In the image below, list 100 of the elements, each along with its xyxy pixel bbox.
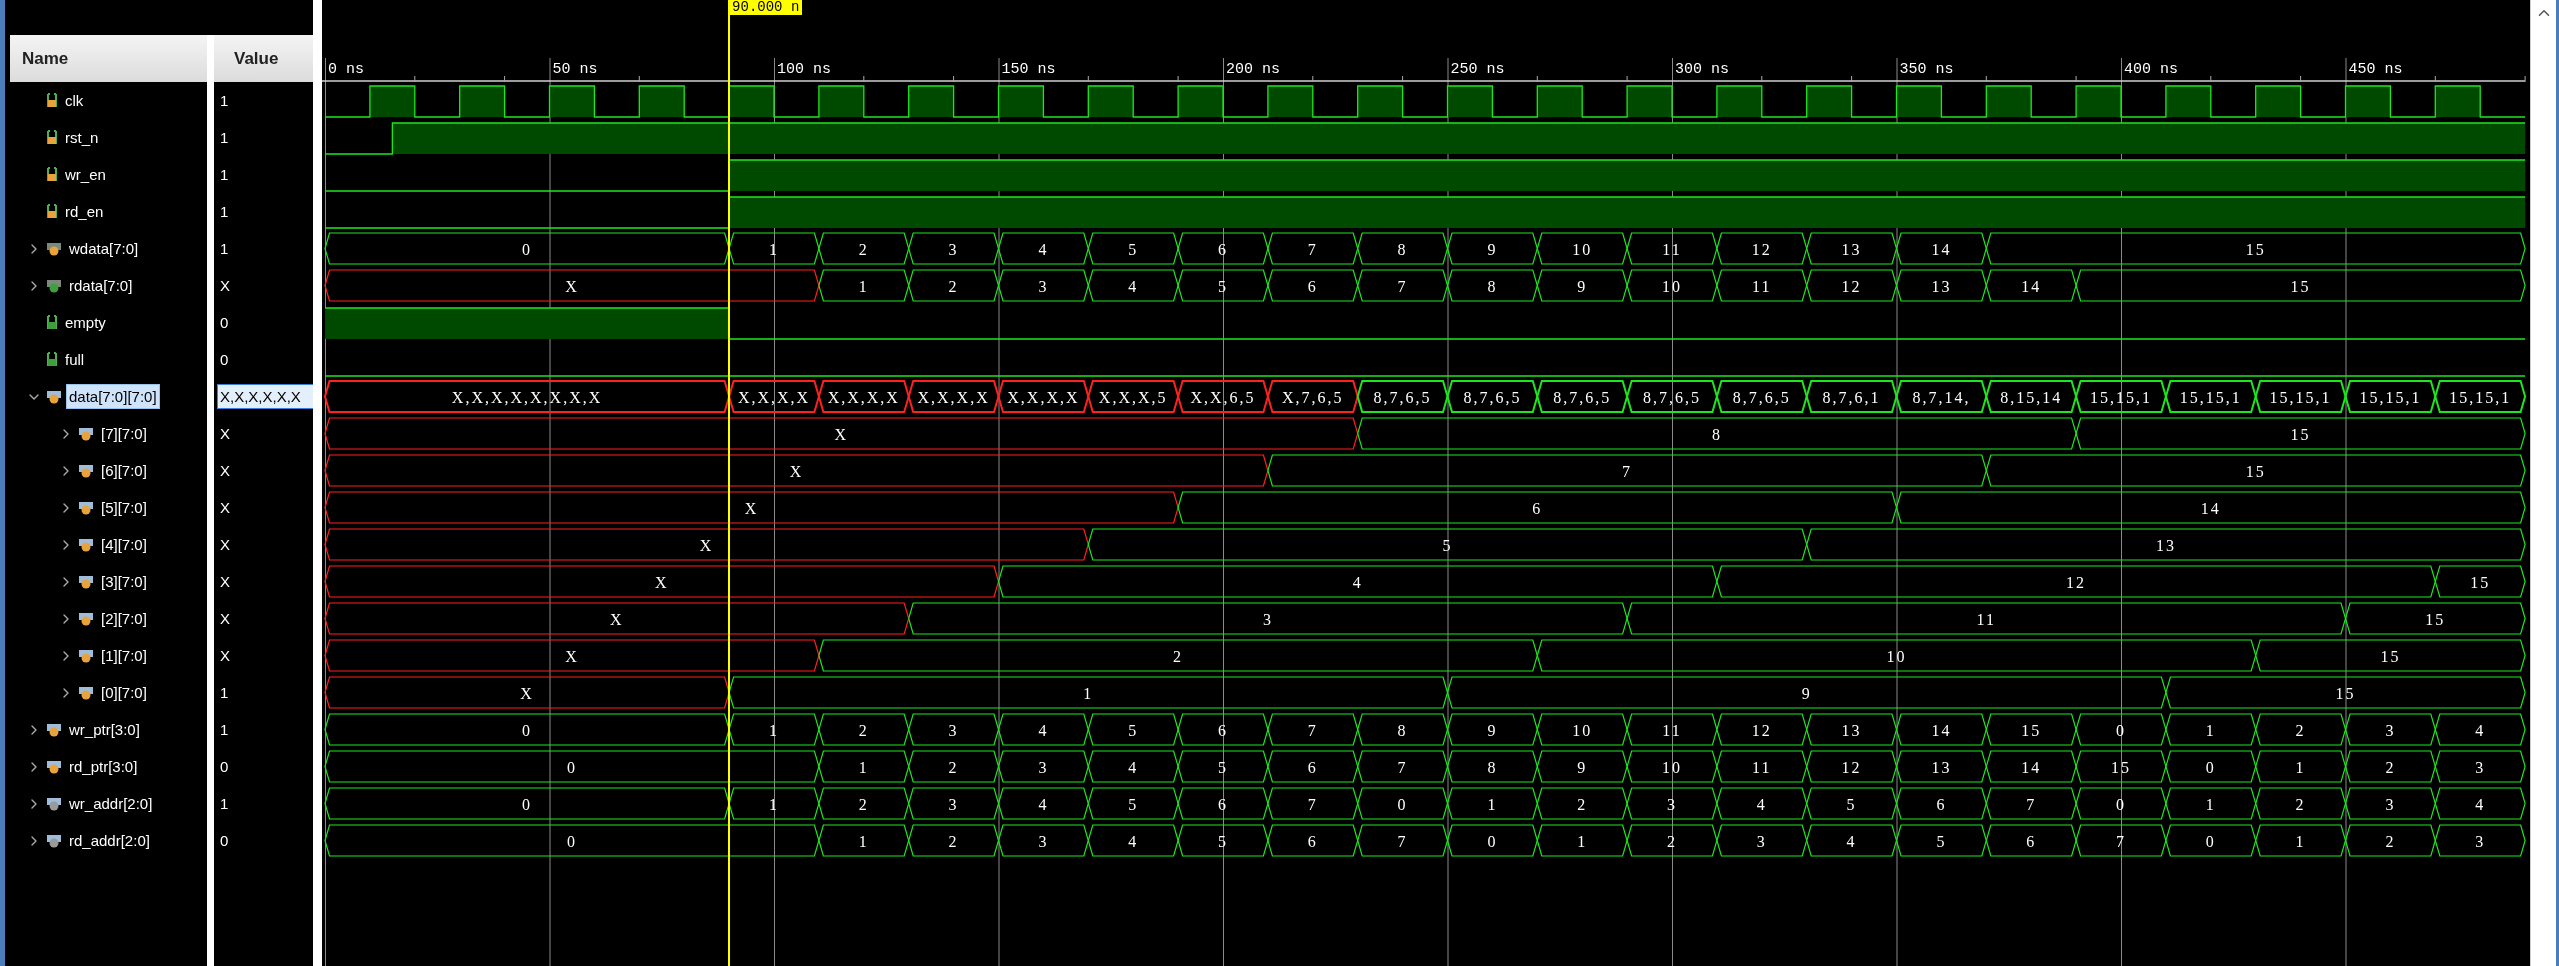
signal-name[interactable]: wr_en [62, 162, 109, 187]
bus-value: 3 [1038, 758, 1049, 776]
bus-value: 5 [1128, 795, 1139, 813]
signal-icon [78, 500, 94, 515]
signal-name[interactable]: [0][7:0] [98, 680, 150, 705]
bus-value: 14 [2200, 499, 2221, 517]
bus-value: 8,7,6,5 [1373, 388, 1432, 406]
bus-value: 2 [948, 832, 959, 850]
signal-name[interactable]: rd_ptr[3:0] [66, 754, 141, 779]
signal-value: X [219, 498, 231, 518]
bus-value: 4 [1038, 721, 1049, 739]
signal-name[interactable]: [7][7:0] [98, 421, 150, 446]
signal-value: 1 [219, 720, 230, 740]
cursor-time-label: 90.000 n [729, 0, 803, 15]
bus-value: 13 [1931, 277, 1952, 295]
signal-icon [46, 352, 58, 367]
signal-icon [78, 648, 94, 663]
time-label: 400 ns [2124, 61, 2178, 78]
bus-value: 4 [1128, 832, 1139, 850]
signal-value: 0 [219, 350, 230, 370]
bus-value: 0 [1487, 832, 1498, 850]
signal-value: 1 [219, 165, 230, 185]
signal-name[interactable]: rdata[7:0] [66, 273, 136, 298]
bus-value: 15,15,1 [2090, 388, 2152, 406]
column-header[interactable]: Value [214, 35, 315, 82]
bus-value: 1 [858, 758, 869, 776]
signal-name[interactable]: wdata[7:0] [66, 236, 142, 261]
signal-name[interactable]: [4][7:0] [98, 532, 150, 557]
signal-name[interactable]: clk [62, 88, 87, 113]
bus-value: 4 [1128, 758, 1139, 776]
bus-value: 1 [769, 795, 779, 813]
bus-value: 4 [2475, 795, 2486, 813]
bus-value: 11 [1976, 610, 1996, 628]
bus-value: 0 [2116, 721, 2126, 739]
bus-value: X [789, 462, 804, 480]
bus-value: X,X,6,5 [1190, 388, 1256, 406]
bus-value: 10 [1662, 277, 1682, 295]
bus-value: 5 [1128, 721, 1139, 739]
bus-value: 3 [1667, 795, 1677, 813]
signal-name[interactable]: [2][7:0] [98, 606, 150, 631]
signal-icon [46, 204, 58, 219]
signal-value: X [219, 646, 231, 666]
bus-value: 12 [2066, 573, 2087, 591]
signal-name[interactable]: [3][7:0] [98, 569, 150, 594]
signal-name[interactable]: full [62, 347, 88, 372]
signal-icon [46, 278, 62, 293]
signal-name[interactable]: rd_addr[2:0] [66, 828, 153, 853]
signal-name[interactable]: [5][7:0] [98, 495, 150, 520]
bus-value: 8,7,6,5 [1643, 388, 1701, 406]
bus-value: 15 [2380, 647, 2401, 665]
signal-icon [46, 389, 62, 404]
bus-value: X [699, 536, 714, 554]
bus-value: 12 [1841, 758, 1862, 776]
bus-value: 0 [522, 721, 533, 739]
time-cursor[interactable] [728, 0, 731, 966]
bus-value: 7 [1307, 721, 1318, 739]
bus-value: 2 [858, 721, 869, 739]
bus-value: 8,7,6,5 [1553, 388, 1612, 406]
bus-value: 4 [1038, 795, 1049, 813]
signal-icon [46, 130, 58, 145]
bus-value: 3 [948, 721, 959, 739]
signal-value: X [219, 535, 231, 555]
signal-name[interactable]: wr_addr[2:0] [66, 791, 156, 816]
bus-value: 10 [1662, 758, 1682, 776]
bus-value: 6 [1307, 758, 1318, 776]
signal-value: 1 [219, 91, 230, 111]
signal-icon [78, 685, 94, 700]
bus-value: 0 [522, 795, 533, 813]
column-header[interactable]: Name [10, 35, 207, 82]
time-label: 50 ns [552, 61, 598, 78]
signal-name[interactable]: wr_ptr[3:0] [66, 717, 143, 742]
bus-value: 12 [1751, 721, 1772, 739]
bus-value: 5 [1218, 277, 1228, 295]
bus-value: 6 [1307, 277, 1318, 295]
bus-value: X [565, 277, 579, 295]
bus-value: 0 [2116, 795, 2126, 813]
bus-value: 6 [1936, 795, 1947, 813]
bus-value: 3 [948, 795, 959, 813]
bus-value: 12 [1751, 240, 1772, 258]
bus-value: X [744, 499, 759, 517]
signal-name[interactable]: rst_n [62, 125, 102, 150]
bus-value: X [520, 684, 534, 702]
signal-name[interactable]: empty [62, 310, 109, 335]
signal-name[interactable]: [6][7:0] [98, 458, 150, 483]
signal-name[interactable]: [1][7:0] [98, 643, 150, 668]
bus-value: 8 [1487, 277, 1498, 295]
bus-value: 8 [1397, 240, 1408, 258]
bus-value: 15,15,1 [2179, 388, 2242, 406]
signal-name[interactable]: data[7:0][7:0] [66, 384, 160, 409]
bus-value: X [654, 573, 669, 591]
bus-value: 1 [2205, 795, 2216, 813]
bus-value: 8,7,14, [1912, 388, 1971, 406]
bus-value: 1 [2295, 832, 2306, 850]
bus-value: 14 [2021, 277, 2042, 295]
bus-value: 8,7,6,1 [1822, 388, 1881, 406]
signal-icon [78, 574, 94, 589]
bus-value: 1 [2295, 758, 2306, 776]
bus-value: 15,15,1 [2449, 388, 2512, 406]
bus-value: 15 [2021, 721, 2042, 739]
signal-name[interactable]: rd_en [62, 199, 107, 224]
